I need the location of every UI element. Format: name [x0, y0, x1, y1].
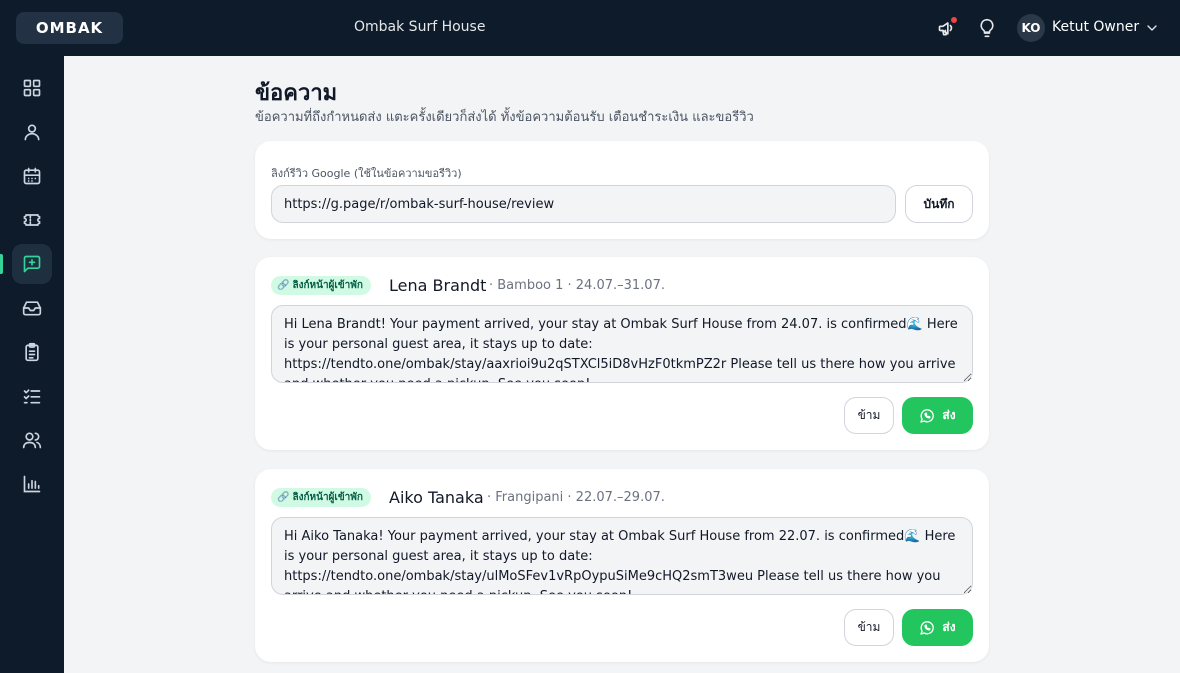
guest-name: Lena Brandt — [389, 276, 487, 295]
message-card: 🔗 ลิงก์หน้าผู้เข้าพัก Lena Brandt · Bamb… — [255, 257, 989, 450]
badge-label: ลิงก์หน้าผู้เข้าพัก — [292, 492, 363, 503]
avatar[interactable]: KO — [1017, 14, 1045, 42]
sidebar-item-reports[interactable] — [12, 464, 52, 504]
message-card: 🔗 ลิงก์หน้าผู้เข้าพัก Aiko Tanaka · Fran… — [255, 469, 989, 662]
active-indicator — [0, 254, 3, 274]
send-button[interactable]: ส่ง — [902, 609, 973, 646]
booking-meta: · Bamboo 1 · 24.07.–31.07. — [489, 278, 665, 293]
review-link-card: ลิงก์รีวิว Google (ใช้ในข้อความขอรีวิว) … — [255, 141, 989, 239]
sidebar-item-calendar[interactable] — [12, 156, 52, 196]
page-title: ข้อความ — [255, 81, 338, 106]
save-button[interactable]: บันทึก — [905, 185, 973, 223]
booking-meta: · Frangipani · 22.07.–29.07. — [487, 490, 665, 505]
link-icon: 🔗 — [277, 492, 290, 503]
send-label: ส่ง — [942, 620, 956, 634]
link-icon: 🔗 — [277, 280, 290, 291]
dashboard-grid-icon — [23, 79, 41, 97]
review-link-input[interactable] — [271, 185, 896, 223]
review-link-label: ลิงก์รีวิว Google (ใช้ในข้อความขอรีวิว) — [271, 167, 462, 180]
checklist-icon — [23, 389, 41, 404]
sidebar-item-checklist[interactable] — [12, 376, 52, 416]
calendar-icon — [23, 167, 41, 185]
sidebar-item-tasks[interactable] — [12, 332, 52, 372]
sidebar-item-guests[interactable] — [12, 420, 52, 460]
sidebar-item-messages[interactable] — [12, 244, 52, 284]
badge-label: ลิงก์หน้าผู้เข้าพัก — [292, 280, 363, 291]
sidebar-item-dashboard[interactable] — [12, 68, 52, 108]
chevron-down-icon[interactable] — [1144, 20, 1160, 36]
skip-button[interactable]: ข้าม — [844, 397, 894, 434]
message-plus-icon — [23, 255, 41, 273]
sidebar-item-bookings[interactable] — [12, 200, 52, 240]
inbox-icon — [22, 301, 42, 316]
message-text[interactable]: Hi Aiko Tanaka! Your payment arrived, yo… — [271, 517, 973, 595]
guest-link-badge: 🔗 ลิงก์หน้าผู้เข้าพัก — [271, 488, 371, 507]
lightbulb-icon[interactable] — [975, 16, 999, 40]
message-text[interactable]: Hi Lena Brandt! Your payment arrived, yo… — [271, 305, 973, 383]
whatsapp-icon — [920, 408, 935, 423]
top-bar: OMBAK Ombak Surf House KO Ketut Owner — [0, 0, 1180, 56]
sidebar-item-profile[interactable] — [12, 112, 52, 152]
sidebar — [0, 56, 64, 673]
page-subtitle: ข้อความที่ถึงกำหนดส่ง แตะครั้งเดียวก็ส่ง… — [255, 110, 754, 125]
user-icon — [24, 124, 40, 141]
send-label: ส่ง — [942, 408, 956, 422]
skip-button[interactable]: ข้าม — [844, 609, 894, 646]
sidebar-item-inbox[interactable] — [12, 288, 52, 328]
user-name[interactable]: Ketut Owner — [1052, 19, 1139, 35]
app-logo[interactable]: OMBAK — [16, 12, 123, 44]
ticket-icon — [23, 214, 41, 226]
bar-chart-icon — [23, 475, 41, 493]
megaphone-icon[interactable] — [935, 16, 959, 40]
property-name: Ombak Surf House — [354, 19, 486, 35]
guest-name: Aiko Tanaka — [389, 488, 484, 507]
send-button[interactable]: ส่ง — [902, 397, 973, 434]
whatsapp-icon — [920, 620, 935, 635]
clipboard-icon — [25, 342, 39, 362]
notification-dot — [951, 17, 957, 23]
guest-link-badge: 🔗 ลิงก์หน้าผู้เข้าพัก — [271, 276, 371, 295]
users-icon — [22, 432, 42, 449]
